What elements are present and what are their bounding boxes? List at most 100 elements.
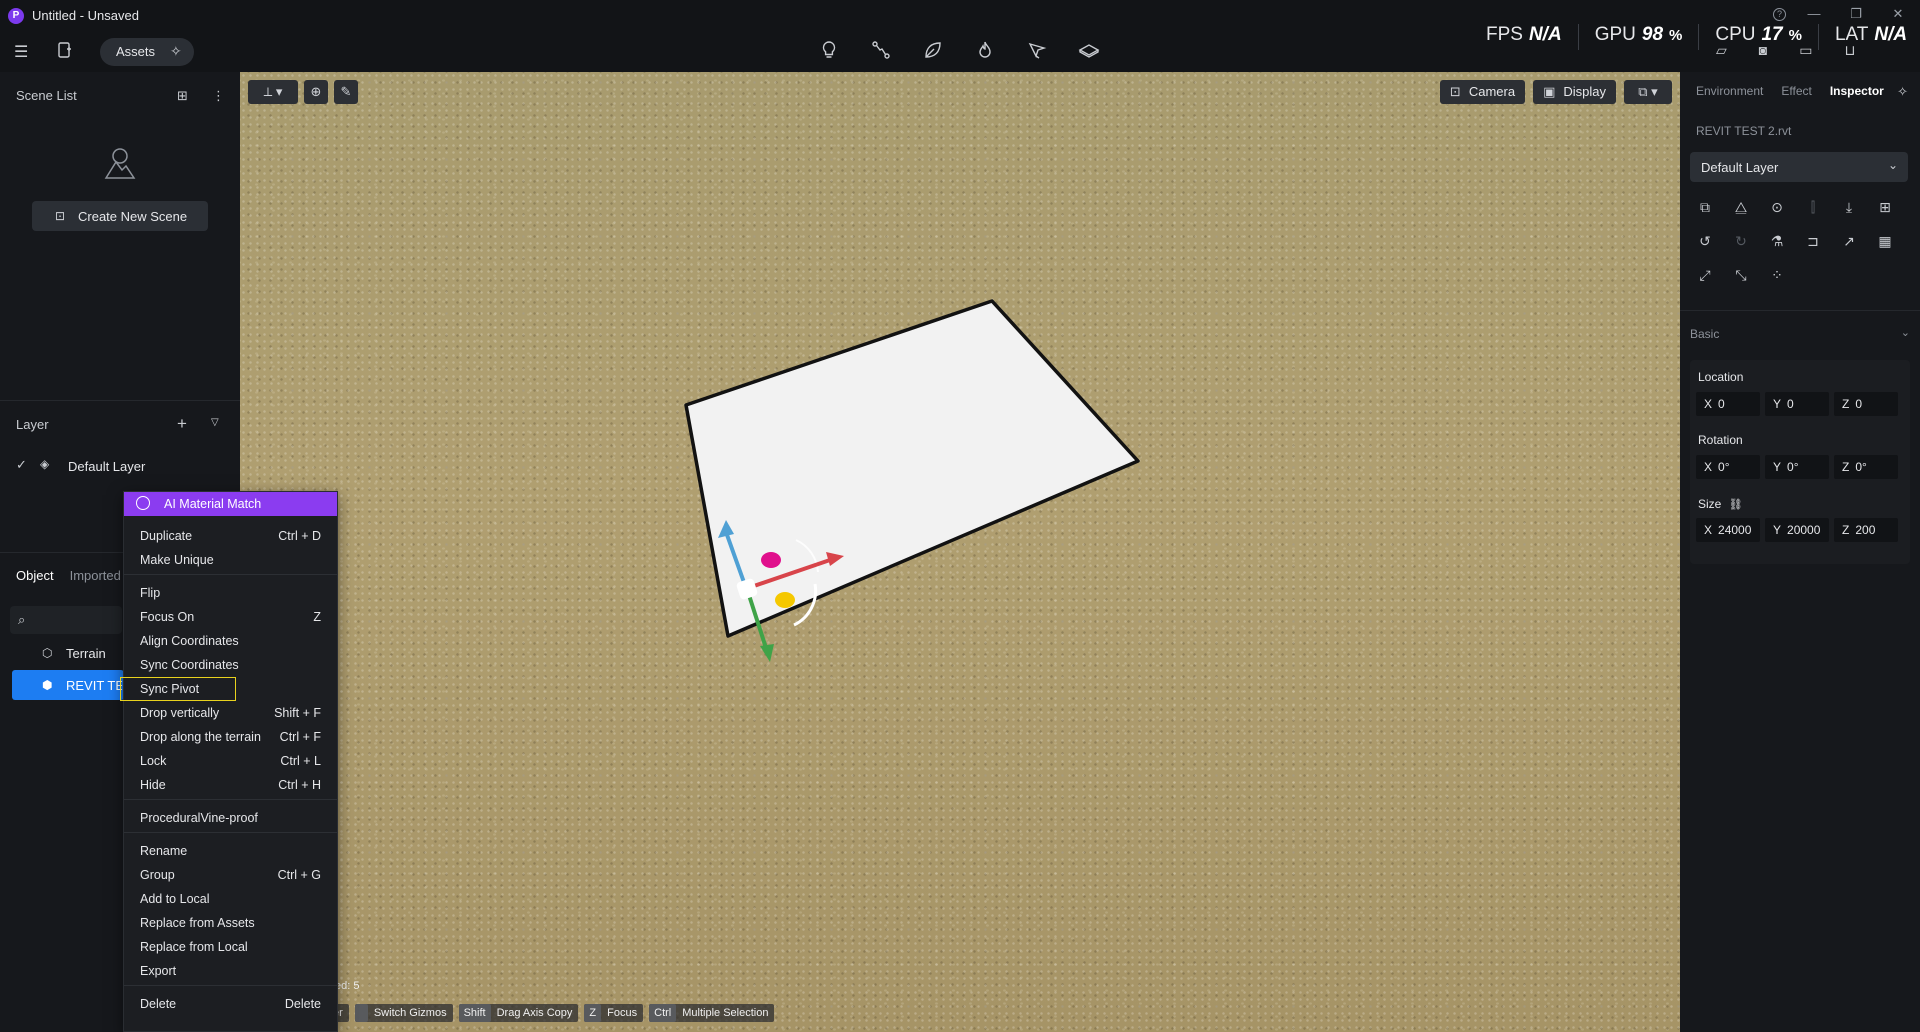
qr-code-icon[interactable]: ▦ xyxy=(1874,230,1896,252)
menu-item-sync-pivot[interactable]: Sync Pivot xyxy=(120,677,236,701)
location-x-field[interactable]: X0 xyxy=(1696,392,1760,416)
rotation-y-field[interactable]: Y 0° xyxy=(1765,455,1829,479)
menu-separator xyxy=(124,799,337,800)
tab-effect[interactable]: Effect xyxy=(1781,84,1811,98)
display-button[interactable]: ▣ Display xyxy=(1533,80,1616,104)
redo-icon: ↻ xyxy=(1735,233,1747,249)
folder-icon[interactable]: ⊐ xyxy=(1802,230,1824,252)
snap-icon[interactable]: ✎ xyxy=(334,80,358,104)
create-new-scene-button[interactable]: ⊡ Create New Scene xyxy=(32,201,208,231)
inbox-icon[interactable]: ⊔ xyxy=(1844,42,1855,59)
tab-environment[interactable]: Environment xyxy=(1696,84,1763,98)
duplicate-icon[interactable]: ⧉ xyxy=(1694,196,1716,218)
share-icon[interactable]: ↗ xyxy=(1838,230,1860,252)
layer-filter-icon[interactable]: ▽ xyxy=(211,417,219,428)
menu-item-delete[interactable]: Delete Delete xyxy=(124,993,337,1015)
menu-item-hide[interactable]: Hide Ctrl + H xyxy=(124,774,337,796)
link-icon[interactable]: ⛓ xyxy=(1729,499,1743,511)
window-title: Untitled - Unsaved xyxy=(32,8,139,23)
screenshot-icon[interactable]: ▱ xyxy=(1716,42,1727,59)
context-menu: AI Material Match Duplicate Ctrl + D Mak… xyxy=(120,491,338,1032)
leaf-icon[interactable] xyxy=(922,40,944,62)
menu-item-rename[interactable]: Rename xyxy=(124,840,337,862)
gpu-label: GPU xyxy=(1594,24,1636,45)
menu-item-proceduralvine[interactable]: ProceduralVine-proof xyxy=(124,807,337,829)
tab-inspector[interactable]: Inspector xyxy=(1830,84,1884,98)
3d-viewport[interactable]: ⟂ ▾ ⊕ ✎ ⊡ Camera ▣ Display ⧉ ▾ ed: 5 er … xyxy=(240,72,1680,1032)
menu-item-make-unique[interactable]: Make Unique xyxy=(124,549,337,571)
scatter-icon[interactable]: ⁘ xyxy=(1766,264,1788,286)
tab-imported[interactable]: Imported xyxy=(70,568,121,583)
minimize-button[interactable]: — xyxy=(1806,6,1822,22)
menu-item-replace-from-assets[interactable]: Replace from Assets xyxy=(124,912,337,934)
help-icon[interactable]: ? xyxy=(1773,8,1786,21)
menu-item-label: Sync Coordinates xyxy=(140,658,239,672)
basic-section-header[interactable]: Basic ⌄ xyxy=(1690,326,1910,341)
field-value: 0 xyxy=(1855,397,1863,411)
menu-item-flip[interactable]: Flip xyxy=(124,582,337,604)
size-y-field[interactable]: Y 20000 xyxy=(1765,518,1829,542)
lightbulb-icon[interactable] xyxy=(818,40,840,62)
menu-item-drop-along-terrain[interactable]: Drop along the terrain Ctrl + F xyxy=(124,726,337,748)
ai-sparkle-icon[interactable]: ✧ xyxy=(170,43,182,60)
camera-speed-readout: ed: 5 xyxy=(335,980,360,992)
material-icon[interactable]: ⚗ xyxy=(1766,230,1788,252)
ai-material-match-item[interactable]: AI Material Match xyxy=(124,492,337,516)
tree-item-revit-test[interactable]: ⬢ REVIT TEST 2.rvt xyxy=(12,670,124,700)
add-scene-icon[interactable]: ⊞ xyxy=(177,88,188,104)
menu-item-label: Rename xyxy=(140,844,188,858)
camera-icon[interactable]: ◙ xyxy=(1759,42,1767,59)
fps-value: N/A xyxy=(1528,24,1562,45)
size-x-field[interactable]: X 24000 xyxy=(1696,518,1760,542)
terrain-icon[interactable] xyxy=(1078,40,1100,62)
restore-button[interactable]: ❐ xyxy=(1848,6,1864,22)
hamburger-menu-icon[interactable]: ☰ xyxy=(14,42,28,62)
collapse-icon[interactable]: ⤡ xyxy=(1730,264,1752,286)
scale-icon[interactable]: ⤢ xyxy=(1694,264,1716,286)
path-icon[interactable] xyxy=(870,40,892,62)
camera-button[interactable]: ⊡ Camera xyxy=(1439,80,1526,104)
menu-item-group[interactable]: Group Ctrl + G xyxy=(124,864,337,886)
menu-item-replace-from-local[interactable]: Replace from Local xyxy=(124,936,337,958)
gizmo-mode-dropdown[interactable]: ⟂ ▾ xyxy=(248,80,298,104)
assets-button[interactable]: Assets ✧ xyxy=(100,38,194,66)
tab-object[interactable]: Object xyxy=(16,568,54,583)
rotation-x-field[interactable]: X 0° xyxy=(1696,455,1760,479)
menu-item-sync-coordinates[interactable]: Sync Coordinates xyxy=(124,654,337,676)
undo-icon[interactable]: ↺ xyxy=(1694,230,1716,252)
axis-label: Y xyxy=(1773,523,1782,537)
scene-file-icon[interactable] xyxy=(56,41,74,64)
size-z-field[interactable]: Z 200 xyxy=(1834,518,1898,542)
view-options-dropdown[interactable]: ⧉ ▾ xyxy=(1624,80,1672,104)
menu-item-align-coordinates[interactable]: Align Coordinates xyxy=(124,630,337,652)
menu-item-drop-vertically[interactable]: Drop vertically Shift + F xyxy=(124,702,337,724)
rotation-z-field[interactable]: Z 0° xyxy=(1834,455,1898,479)
location-z-field[interactable]: Z0 xyxy=(1834,392,1898,416)
tree-item-terrain[interactable]: ⬡ Terrain xyxy=(12,638,124,668)
more-options-icon[interactable]: ⋮ xyxy=(212,88,225,104)
object-search-input[interactable]: ⌕ xyxy=(10,606,122,634)
drop-to-ground-icon[interactable]: ⤓ xyxy=(1838,196,1860,218)
layer-item-default[interactable]: ✓ ◈ Default Layer xyxy=(14,455,234,479)
menu-item-add-to-local[interactable]: Add to Local xyxy=(124,888,337,910)
world-space-icon[interactable]: ⊕ xyxy=(304,80,328,104)
focus-icon[interactable]: ⊙ xyxy=(1766,196,1788,218)
menu-item-duplicate[interactable]: Duplicate Ctrl + D xyxy=(124,525,337,547)
location-y-field[interactable]: Y0 xyxy=(1765,392,1829,416)
ai-assist-icon[interactable]: ✧ xyxy=(1897,84,1908,100)
check-icon[interactable]: ✓ xyxy=(16,457,27,473)
add-layer-icon[interactable]: + xyxy=(177,414,187,434)
mirror-icon[interactable]: ⧋ xyxy=(1730,196,1752,218)
menu-item-lock[interactable]: Lock Ctrl + L xyxy=(124,750,337,772)
fps-label: FPS xyxy=(1486,24,1523,45)
fire-icon[interactable] xyxy=(974,40,996,62)
close-button[interactable]: ✕ xyxy=(1890,6,1906,22)
layer-select-dropdown[interactable]: Default Layer ⌄ xyxy=(1690,152,1908,182)
route-icon[interactable] xyxy=(1026,40,1048,62)
export-object-icon[interactable]: ⊞ xyxy=(1874,196,1896,218)
menu-item-focus-on[interactable]: Focus On Z xyxy=(124,606,337,628)
menu-item-export[interactable]: Export xyxy=(124,960,337,982)
menu-item-label: Duplicate xyxy=(140,529,193,543)
video-icon[interactable]: ▭ xyxy=(1799,42,1812,59)
placement-toolbar xyxy=(818,40,1100,62)
